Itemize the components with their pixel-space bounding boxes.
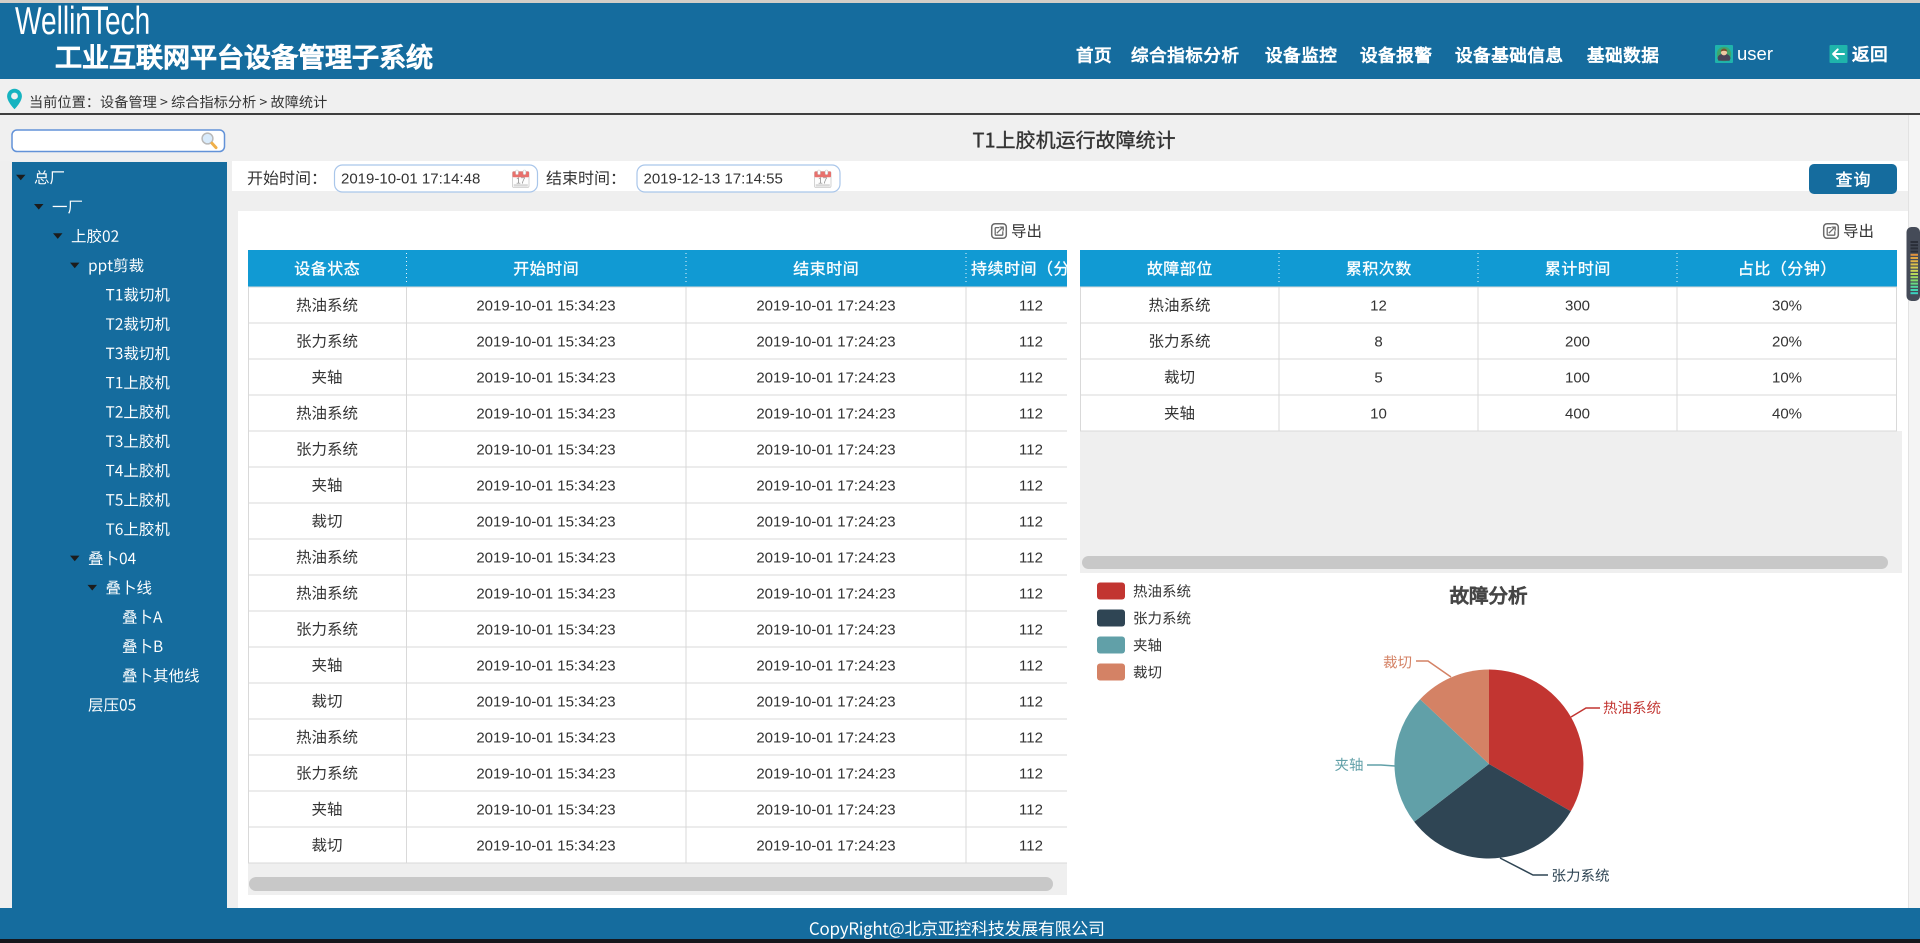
svg-text:20%: 20% bbox=[1772, 333, 1802, 350]
svg-text:2019-10-01 17:24:23: 2019-10-01 17:24:23 bbox=[756, 513, 895, 530]
svg-text:2019-10-01 15:34:23: 2019-10-01 15:34:23 bbox=[476, 621, 615, 638]
svg-text:2019-10-01 15:34:23: 2019-10-01 15:34:23 bbox=[476, 297, 615, 314]
svg-text:2019-10-01 15:34:23: 2019-10-01 15:34:23 bbox=[476, 405, 615, 422]
svg-text:2019-10-01 17:24:23: 2019-10-01 17:24:23 bbox=[756, 621, 895, 638]
svg-text:2019-10-01 17:24:23: 2019-10-01 17:24:23 bbox=[756, 405, 895, 422]
svg-text:40%: 40% bbox=[1772, 405, 1802, 422]
svg-text:2019-10-01 15:34:23: 2019-10-01 15:34:23 bbox=[476, 441, 615, 458]
svg-text:112: 112 bbox=[1019, 657, 1043, 674]
svg-text:2019-10-01 15:34:23: 2019-10-01 15:34:23 bbox=[476, 513, 615, 530]
svg-text:100: 100 bbox=[1565, 369, 1590, 386]
svg-text:112: 112 bbox=[1019, 297, 1043, 314]
svg-text:2019-10-01 15:34:23: 2019-10-01 15:34:23 bbox=[476, 657, 615, 674]
svg-text:2019-10-01 17:24:23: 2019-10-01 17:24:23 bbox=[756, 801, 895, 818]
svg-text:8: 8 bbox=[1374, 333, 1382, 350]
svg-text:112: 112 bbox=[1019, 837, 1043, 854]
svg-text:112: 112 bbox=[1019, 621, 1043, 638]
svg-text:400: 400 bbox=[1565, 405, 1590, 422]
svg-text:112: 112 bbox=[1019, 441, 1043, 458]
svg-text:5: 5 bbox=[1374, 369, 1382, 386]
svg-text:112: 112 bbox=[1019, 369, 1043, 386]
svg-text:112: 112 bbox=[1019, 801, 1043, 818]
svg-text:2019-10-01 15:34:23: 2019-10-01 15:34:23 bbox=[476, 837, 615, 854]
svg-text:2019-10-01 17:24:23: 2019-10-01 17:24:23 bbox=[756, 297, 895, 314]
svg-text:200: 200 bbox=[1565, 333, 1590, 350]
svg-text:2019-10-01 17:24:23: 2019-10-01 17:24:23 bbox=[756, 693, 895, 710]
svg-text:2019-10-01 17:24:23: 2019-10-01 17:24:23 bbox=[756, 477, 895, 494]
svg-text:10%: 10% bbox=[1772, 369, 1802, 386]
svg-text:2019-10-01 15:34:23: 2019-10-01 15:34:23 bbox=[476, 693, 615, 710]
svg-text:2019-10-01 17:24:23: 2019-10-01 17:24:23 bbox=[756, 729, 895, 746]
svg-text:112: 112 bbox=[1019, 405, 1043, 422]
svg-text:17: 17 bbox=[516, 175, 526, 185]
svg-text:2019-10-01 17:24:23: 2019-10-01 17:24:23 bbox=[756, 765, 895, 782]
svg-text:2019-10-01 15:34:23: 2019-10-01 15:34:23 bbox=[476, 369, 615, 386]
svg-text:2019-10-01 15:34:23: 2019-10-01 15:34:23 bbox=[476, 333, 615, 350]
svg-text:112: 112 bbox=[1019, 549, 1043, 566]
svg-text:2019-10-01 15:34:23: 2019-10-01 15:34:23 bbox=[476, 801, 615, 818]
svg-text:2019-10-01 17:24:23: 2019-10-01 17:24:23 bbox=[756, 585, 895, 602]
svg-text:112: 112 bbox=[1019, 513, 1043, 530]
svg-text:2019-10-01 15:34:23: 2019-10-01 15:34:23 bbox=[476, 585, 615, 602]
svg-text:2019-10-01 17:14:48: 2019-10-01 17:14:48 bbox=[341, 171, 480, 188]
svg-text:2019-10-01 17:24:23: 2019-10-01 17:24:23 bbox=[756, 837, 895, 854]
svg-text:112: 112 bbox=[1019, 585, 1043, 602]
svg-text:2019-10-01 17:24:23: 2019-10-01 17:24:23 bbox=[756, 441, 895, 458]
svg-text:300: 300 bbox=[1565, 297, 1590, 314]
svg-text:2019-10-01 15:34:23: 2019-10-01 15:34:23 bbox=[476, 549, 615, 566]
svg-text:2019-10-01 17:24:23: 2019-10-01 17:24:23 bbox=[756, 549, 895, 566]
svg-text:17: 17 bbox=[818, 175, 828, 185]
svg-text:112: 112 bbox=[1019, 477, 1043, 494]
svg-text:112: 112 bbox=[1019, 765, 1043, 782]
svg-text:2019-10-01 15:34:23: 2019-10-01 15:34:23 bbox=[476, 477, 615, 494]
svg-text:2019-10-01 17:24:23: 2019-10-01 17:24:23 bbox=[756, 657, 895, 674]
svg-text:112: 112 bbox=[1019, 693, 1043, 710]
svg-text:112: 112 bbox=[1019, 729, 1043, 746]
svg-text:WellinTech: WellinTech bbox=[15, 0, 150, 43]
svg-text:2019-10-01 17:24:23: 2019-10-01 17:24:23 bbox=[756, 333, 895, 350]
svg-text:10: 10 bbox=[1370, 405, 1387, 422]
svg-text:12: 12 bbox=[1370, 297, 1387, 314]
svg-text:2019-10-01 15:34:23: 2019-10-01 15:34:23 bbox=[476, 729, 615, 746]
svg-text:2019-10-01 15:34:23: 2019-10-01 15:34:23 bbox=[476, 765, 615, 782]
svg-text:user: user bbox=[1737, 43, 1773, 64]
svg-text:2019-12-13 17:14:55: 2019-12-13 17:14:55 bbox=[644, 171, 783, 188]
svg-text:30%: 30% bbox=[1772, 297, 1802, 314]
svg-text:2019-10-01 17:24:23: 2019-10-01 17:24:23 bbox=[756, 369, 895, 386]
svg-text:112: 112 bbox=[1019, 333, 1043, 350]
